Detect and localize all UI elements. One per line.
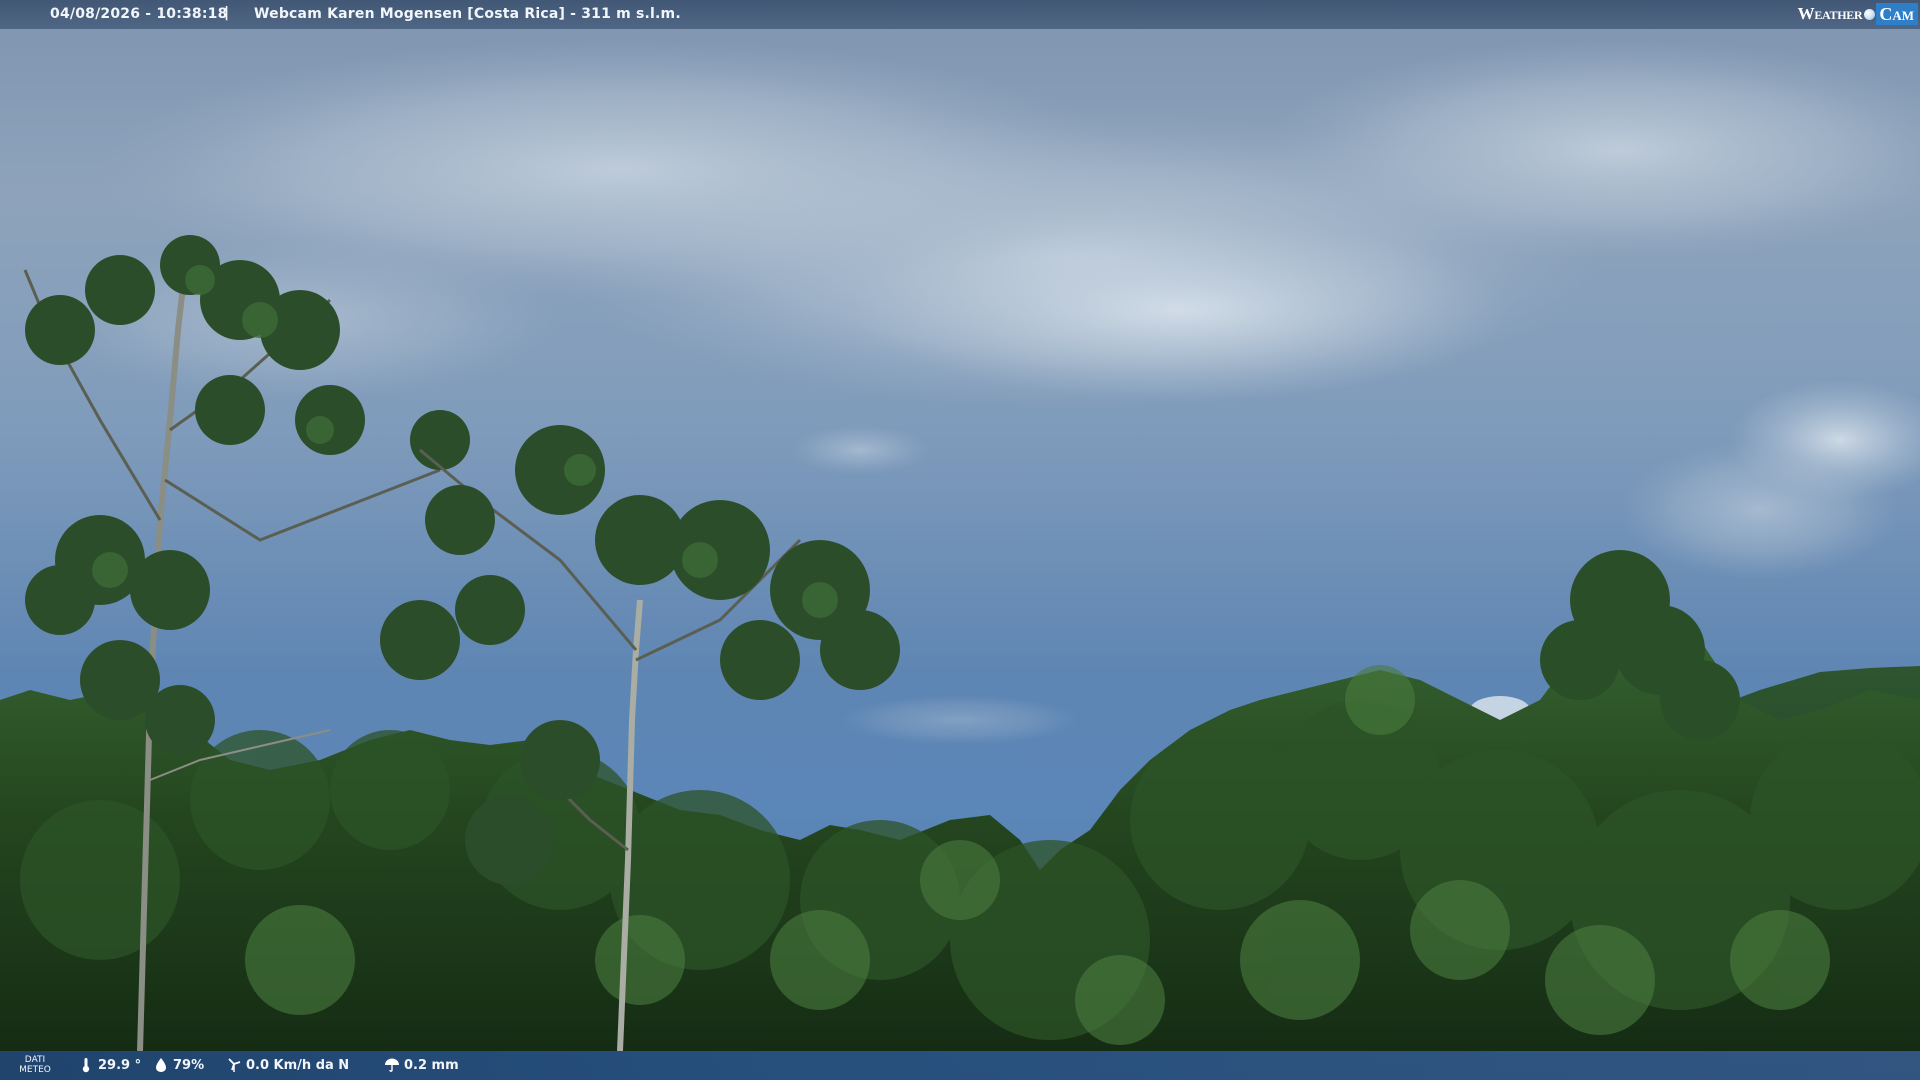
rain-reading: 0.2 mm bbox=[384, 1057, 459, 1073]
top-info-bar: 04/08/2026 - 10:38:18 | Webcam Karen Mog… bbox=[0, 0, 1920, 29]
humidity-reading: 79% bbox=[153, 1057, 204, 1073]
thermometer-icon bbox=[82, 1058, 90, 1073]
weather-label-line1: DATI bbox=[24, 1055, 46, 1065]
webcam-viewport: 04/08/2026 - 10:38:18 | Webcam Karen Mog… bbox=[0, 0, 1920, 1080]
wind-turbine-icon bbox=[228, 1058, 241, 1072]
wind-value: 0.0 Km/h da N bbox=[246, 1057, 350, 1073]
title-separator: | bbox=[224, 5, 230, 21]
brand-cam-text: Cam bbox=[1879, 3, 1914, 24]
temperature-value: 29.9 ° bbox=[98, 1057, 142, 1073]
rain-value: 0.2 mm bbox=[404, 1057, 459, 1073]
humidity-value: 79% bbox=[173, 1057, 205, 1073]
timestamp: 04/08/2026 - 10:38:18 bbox=[50, 6, 228, 22]
brand-globe-icon bbox=[1864, 8, 1876, 20]
wind-reading: 0.0 Km/h da N bbox=[226, 1057, 349, 1073]
umbrella-icon bbox=[385, 1058, 399, 1072]
weather-label-line2: METEO bbox=[19, 1065, 51, 1075]
weather-data-label: DATI METEO bbox=[14, 1055, 56, 1075]
weather-data-bar: DATI METEO 29.9 ° 79% 0.0 Km/h da N 0.2 … bbox=[0, 1051, 1920, 1080]
weathercam-logo[interactable]: Weather Cam bbox=[1798, 2, 1918, 26]
temperature-reading: 29.9 ° bbox=[78, 1057, 141, 1073]
brand-cam-box: Cam bbox=[1876, 3, 1918, 25]
humidity-drop-icon bbox=[156, 1058, 166, 1072]
webcam-scene bbox=[0, 40, 1920, 1052]
brand-weather-text: Weather bbox=[1797, 4, 1863, 23]
webcam-title: Webcam Karen Mogensen [Costa Rica] - 311… bbox=[254, 6, 681, 22]
